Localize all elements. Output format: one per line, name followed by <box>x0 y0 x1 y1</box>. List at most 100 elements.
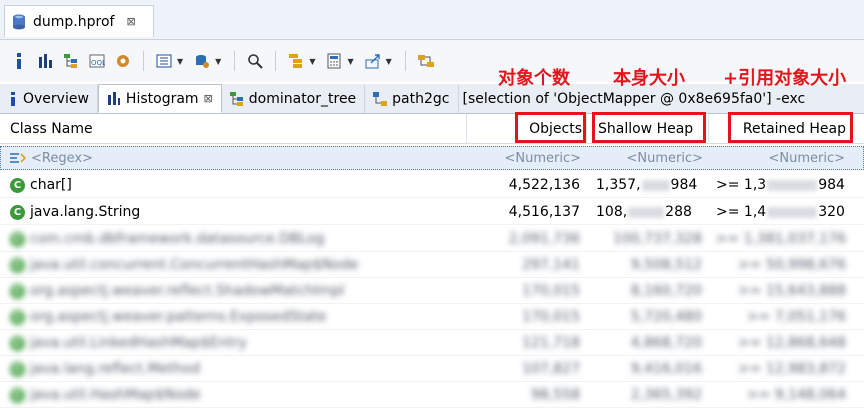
objects-cell: 2,091,736 <box>508 231 580 247</box>
table-row[interactable]: Cjava.util.LinkedHashMap$Entry 121,718 4… <box>0 330 864 356</box>
retained-heap-cell: >= 12,868,648 <box>737 335 846 351</box>
class-name-cell: Cjava.lang.reflect.Method <box>10 356 200 382</box>
retained-heap-cell: >= 1,4 320 <box>716 204 845 220</box>
retained-heap-cell: >= 9,148,064 <box>746 387 846 403</box>
tab-path2gc-label: path2gc <box>392 91 450 107</box>
toolbar-separator <box>234 51 236 71</box>
retained-heap-cell: >= 1,381,037,176 <box>715 231 846 247</box>
shallow-heap-filter-input[interactable]: <Numeric> <box>595 147 703 169</box>
tab-overview-label: Overview <box>23 91 89 107</box>
redacted-digits <box>767 179 818 191</box>
shallow-heap-cell: 9,416,016 <box>630 361 702 377</box>
heap-dump-overview-icon[interactable] <box>112 50 134 72</box>
class-icon: C <box>10 177 25 193</box>
retained-heap-cell: >= 12,983,872 <box>737 361 846 377</box>
regex-filter-cell[interactable]: <Regex> <box>9 147 93 169</box>
chevron-down-icon[interactable]: ▼ <box>215 57 221 66</box>
class-name-cell: Ccom.cmb.dbframework.datasource.DBLog <box>10 226 325 252</box>
editor-tab-strip: dump.hprof ⊠ <box>0 0 864 40</box>
shallow-heap-cell: 5,720,480 <box>630 309 702 325</box>
table-row[interactable]: Cjava.util.HashMap$Node 98,558 2,365,392… <box>0 382 864 408</box>
objects-cell: 170,015 <box>522 283 580 299</box>
query-browser-icon[interactable] <box>153 50 175 72</box>
dominator-tree-icon <box>229 92 243 106</box>
svg-text:OQL: OQL <box>91 59 105 67</box>
histogram-icon[interactable] <box>34 50 56 72</box>
tab-overview[interactable]: Overview <box>0 85 98 113</box>
redacted-digits <box>628 206 665 218</box>
tab-dominator-tree[interactable]: dominator_tree <box>222 85 366 113</box>
class-icon: C <box>10 283 25 299</box>
retained-heap-cell: >= 7,051,176 <box>746 309 846 325</box>
redacted-digits <box>767 206 818 218</box>
class-name: java.lang.String <box>30 204 141 220</box>
objects-cell: 4,522,136 <box>508 177 580 193</box>
class-icon: C <box>10 335 25 351</box>
annotation-objects-label: 对象个数 <box>498 68 570 89</box>
table-row[interactable]: Corg.aspectj.weaver.reflect.ShadowMatchI… <box>0 278 864 304</box>
shallow-heap-cell: 9,508,512 <box>630 257 702 273</box>
column-divider[interactable] <box>466 114 467 143</box>
table-row[interactable]: C java.lang.String 4,516,137 108, 288 >= … <box>0 199 864 225</box>
class-name-cell: Cjava.util.concurrent.ConcurrentHashMap$… <box>10 252 358 278</box>
chevron-down-icon[interactable]: ▼ <box>386 57 392 66</box>
objects-filter-input[interactable]: <Numeric> <box>471 147 581 169</box>
close-icon[interactable]: ⊠ <box>126 15 135 28</box>
chevron-down-icon[interactable]: ▼ <box>177 57 183 66</box>
class-icon: C <box>10 204 25 220</box>
tab-histogram[interactable]: Histogram ⊠ <box>97 84 222 113</box>
table-row[interactable]: Cjava.util.concurrent.ConcurrentHashMap$… <box>0 252 864 278</box>
toolbar-separator <box>404 51 406 71</box>
shallow-heap-cell: 8,160,720 <box>630 283 702 299</box>
class-name-cell: C char[] <box>10 172 72 198</box>
export-icon[interactable] <box>362 50 384 72</box>
table-row[interactable]: C char[] 4,522,136 1,357, 984 >= 1,3 984 <box>0 172 864 198</box>
calculate-retained-size-icon[interactable] <box>323 50 345 72</box>
retained-heap-cell: >= 1,3 984 <box>716 177 845 193</box>
chevron-down-icon[interactable]: ▼ <box>347 57 353 66</box>
objects-cell: 98,558 <box>531 387 580 403</box>
objects-cell: 121,718 <box>522 335 580 351</box>
histogram-icon <box>107 91 120 105</box>
class-icon: C <box>10 309 25 325</box>
annotation-shallow-label: 本身大小 <box>613 68 685 89</box>
objects-cell: 107,827 <box>522 361 580 377</box>
column-header-class-name[interactable]: Class Name <box>10 114 93 144</box>
shallow-heap-cell: 100,737,328 <box>612 231 702 247</box>
close-icon[interactable]: ⊠ <box>204 92 213 105</box>
class-name-cell: C java.lang.String <box>10 199 140 225</box>
dominator-tree-icon[interactable] <box>60 50 82 72</box>
retained-heap-filter-input[interactable]: <Numeric> <box>713 147 845 169</box>
oql-icon[interactable]: OQL <box>86 50 108 72</box>
table-row[interactable]: Cjava.lang.reflect.Method 107,827 9,416,… <box>0 356 864 382</box>
editor-tab-title: dump.hprof <box>33 13 115 30</box>
shallow-heap-cell: 108, 288 <box>596 204 692 220</box>
column-divider[interactable] <box>708 114 709 143</box>
filter-row-icon <box>10 153 27 163</box>
chevron-down-icon[interactable]: ▼ <box>309 57 315 66</box>
overview-info-icon[interactable] <box>8 50 30 72</box>
pin-icon[interactable] <box>415 50 437 72</box>
info-icon <box>11 92 15 106</box>
retained-heap-cell: >= 50,998,676 <box>737 257 846 273</box>
class-name: char[] <box>30 177 72 193</box>
tab-path2gc[interactable]: path2gc <box>365 85 459 113</box>
editor-tab-dump-hprof[interactable]: dump.hprof ⊠ <box>4 5 154 37</box>
path-to-gc-roots-icon <box>373 92 388 106</box>
class-name-cell: Cjava.util.LinkedHashMap$Entry <box>10 330 247 356</box>
class-icon: C <box>10 257 25 273</box>
class-icon: C <box>10 361 25 377</box>
regex-filter-input[interactable]: <Regex> <box>31 151 93 166</box>
table-row[interactable]: Ccom.cmb.dbframework.datasource.DBLog 2,… <box>0 226 864 252</box>
class-name-cell: Cjava.util.HashMap$Node <box>10 382 201 408</box>
objects-cell: 4,516,137 <box>508 204 580 220</box>
annotation-objects-box <box>515 112 586 143</box>
column-divider[interactable] <box>586 114 587 143</box>
retained-heap-cell: >= 15,643,888 <box>737 283 846 299</box>
table-row[interactable]: Corg.aspectj.weaver.patterns.ExposedStat… <box>0 304 864 330</box>
search-icon[interactable] <box>244 50 266 72</box>
tab-dominator-tree-label: dominator_tree <box>248 91 357 107</box>
class-name-cell: Corg.aspectj.weaver.reflect.ShadowMatchI… <box>10 278 344 304</box>
run-expert-system-icon[interactable] <box>191 50 213 72</box>
group-by-icon[interactable] <box>285 50 307 72</box>
